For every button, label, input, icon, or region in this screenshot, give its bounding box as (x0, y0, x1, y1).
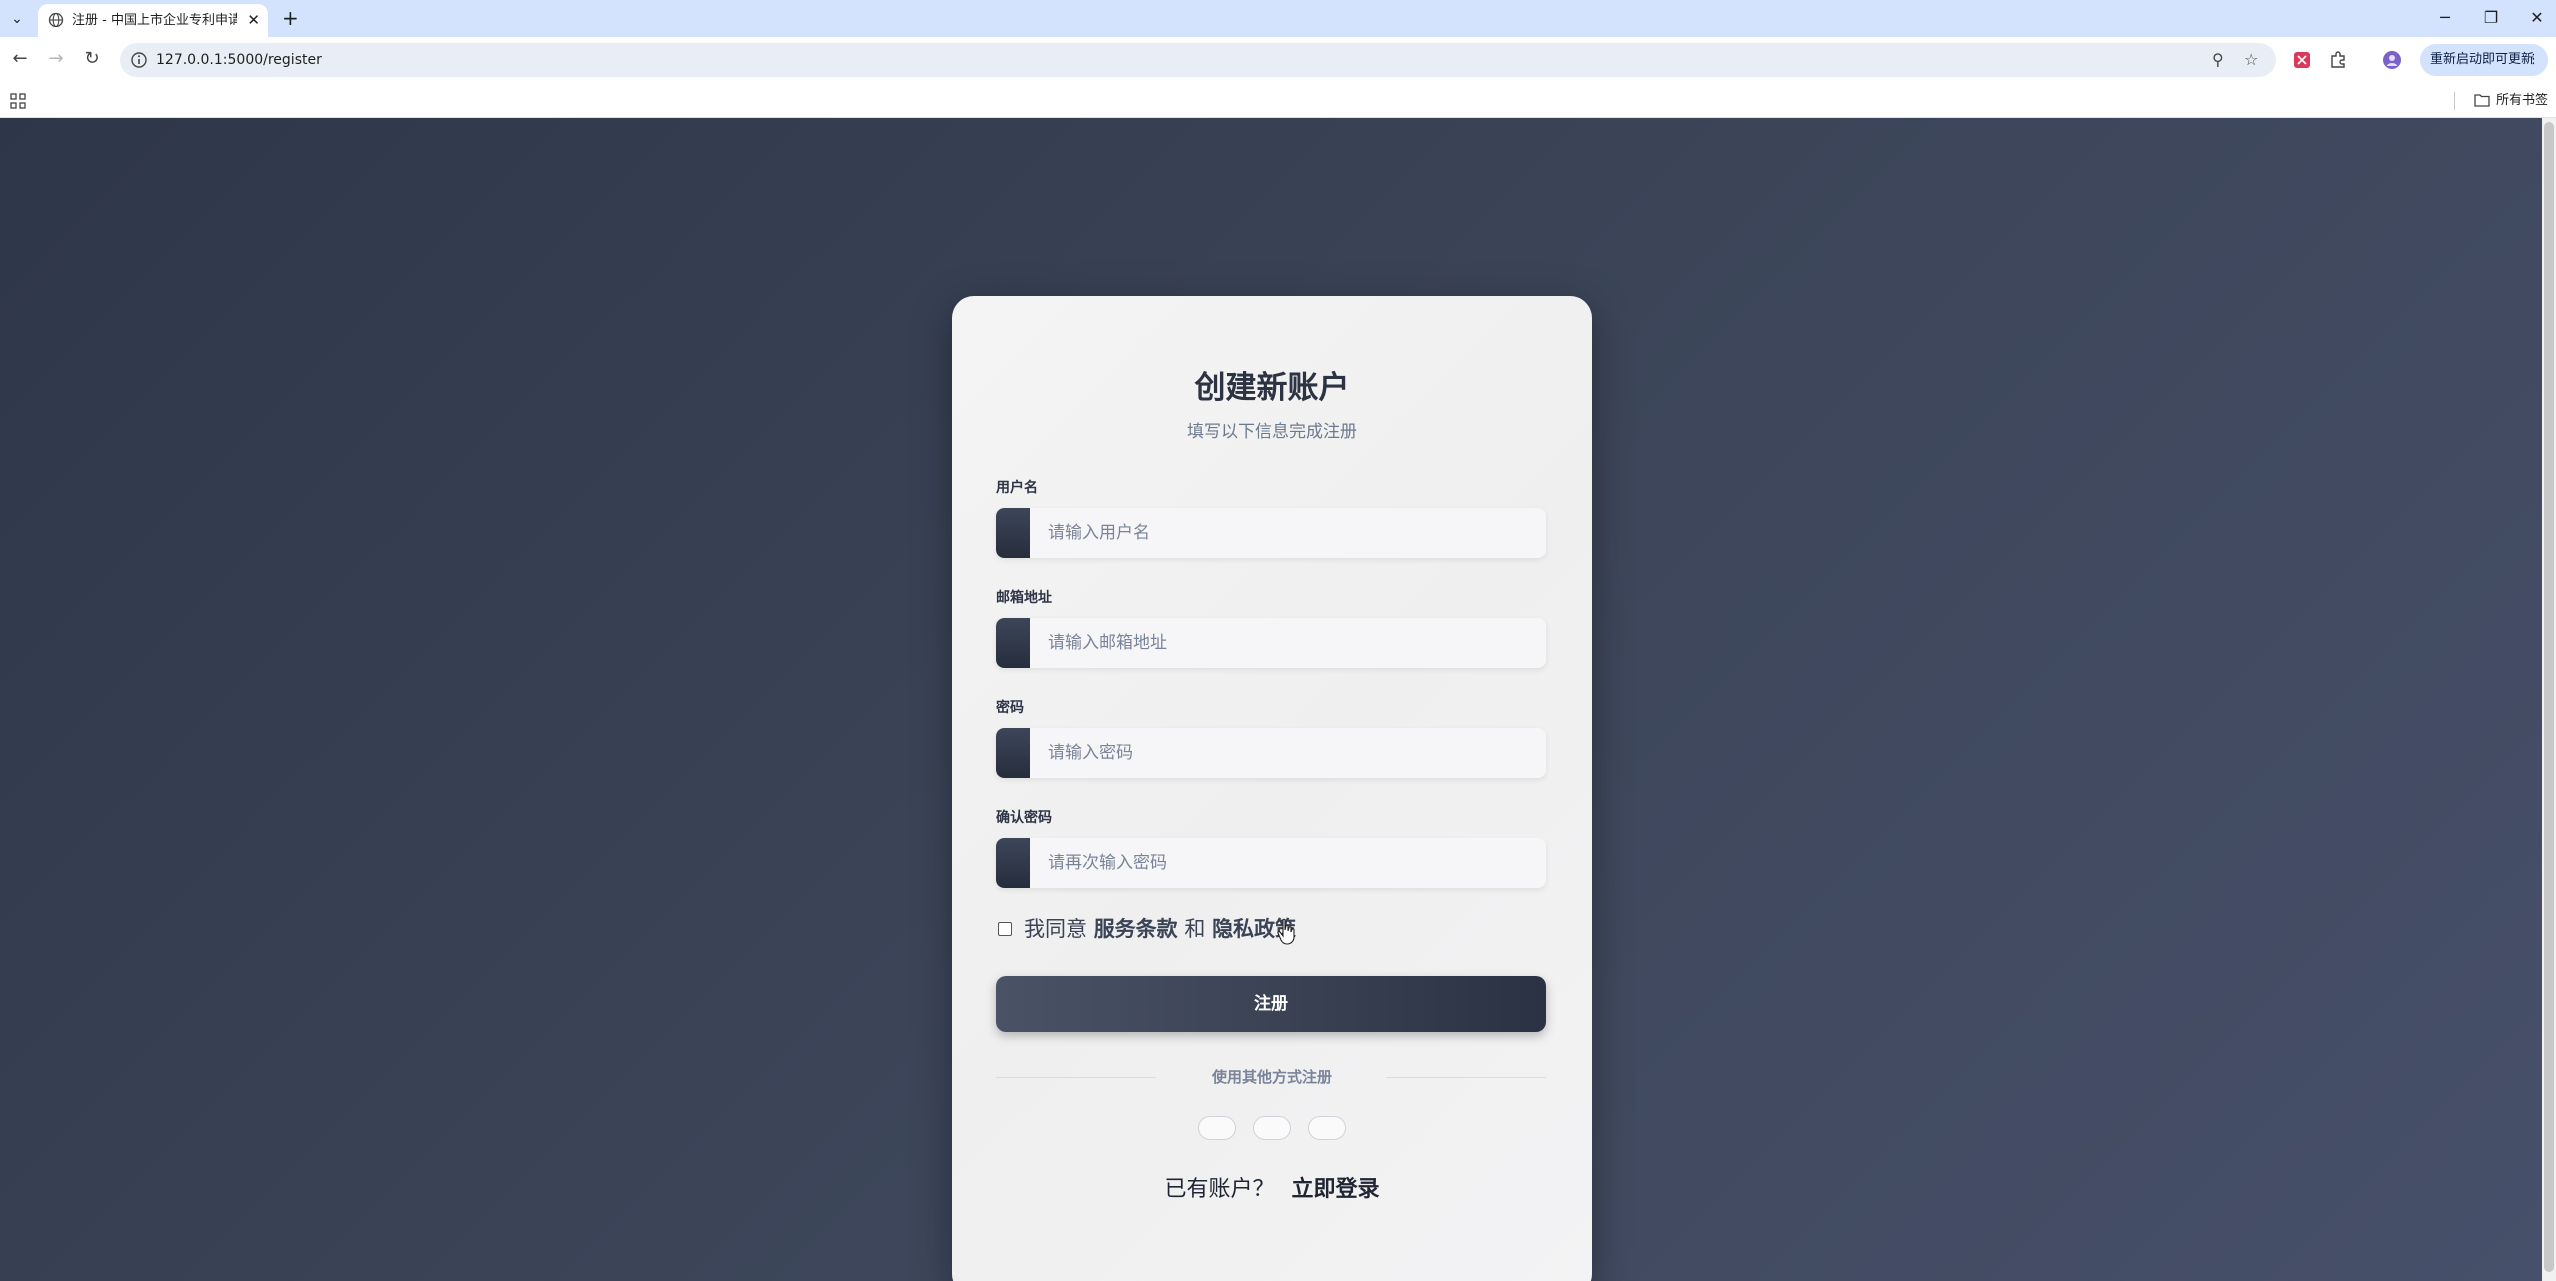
extensions-puzzle-icon[interactable] (2328, 50, 2348, 70)
login-link[interactable]: 立即登录 (1292, 1177, 1380, 1202)
agree-checkbox[interactable] (998, 922, 1012, 936)
tab-search-chevron-icon[interactable]: ⌄ (6, 8, 28, 30)
address-bar[interactable]: 127.0.0.1:5000/register ⚲ ☆ (120, 43, 2276, 77)
login-prompt: 已有账户？ (1164, 1177, 1275, 1202)
confirm-password-input[interactable] (1030, 838, 1546, 888)
window-close-icon[interactable]: ✕ (2522, 4, 2552, 32)
apps-grid-icon[interactable] (10, 93, 26, 109)
lock-confirm-icon (996, 838, 1030, 888)
username-field[interactable] (996, 508, 1546, 558)
restore-icon[interactable]: ❐ (2476, 4, 2506, 32)
password-label: 密码 (996, 700, 1024, 716)
page-subtitle: 填写以下信息完成注册 (1187, 422, 1357, 442)
restart-update-button[interactable]: 重新启动即可更新 ⋮ (2420, 44, 2548, 76)
username-input[interactable] (1030, 508, 1546, 558)
site-info-icon[interactable] (130, 51, 148, 69)
forward-arrow-icon[interactable]: → (44, 47, 68, 71)
mouse-cursor-icon (1277, 918, 1295, 945)
browser-tab-bar: ⌄ 注册 - 中国上市企业专利申请数据 ✕ + ─ ❐ ✕ (0, 0, 2556, 37)
lock-icon (996, 728, 1030, 778)
social-login-button-3[interactable] (1308, 1116, 1346, 1140)
page-title: 创建新账户 (1194, 370, 1350, 406)
user-icon (996, 508, 1030, 558)
update-button-label: 重新启动即可更新 (2430, 52, 2535, 67)
email-label: 邮箱地址 (996, 590, 1052, 606)
bookmarks-bar: 所有书签 (0, 84, 2556, 118)
login-row: 已有账户？ 立即登录 (952, 1174, 1592, 1206)
page-viewport: 创建新账户 填写以下信息完成注册 用户名 邮箱地址 密码 确认密码 (0, 118, 2556, 1281)
agree-text: 我同意 服务条款 和 隐私政策 (1024, 914, 1296, 944)
register-card: 创建新账户 填写以下信息完成注册 用户名 邮箱地址 密码 确认密码 (952, 296, 1592, 1281)
browser-toolbar: ← → ↻ 127.0.0.1:5000/register ⚲ ☆ 重新启动即可… (0, 37, 2556, 84)
email-input[interactable] (1030, 618, 1546, 668)
email-field[interactable] (996, 618, 1546, 668)
confirm-password-field[interactable] (996, 838, 1546, 888)
profile-avatar-icon[interactable] (2382, 50, 2402, 70)
browser-tab-active[interactable]: 注册 - 中国上市企业专利申请数据 ✕ (38, 4, 268, 37)
folder-icon (2474, 94, 2490, 107)
alt-register-text: 使用其他方式注册 (1211, 1068, 1332, 1086)
username-label: 用户名 (996, 480, 1038, 496)
new-tab-plus-icon[interactable]: + (282, 6, 299, 30)
register-button[interactable]: 注册 (996, 976, 1546, 1032)
agree-and: 和 (1184, 917, 1206, 941)
zoom-icon[interactable]: ⚲ (2212, 50, 2224, 70)
scrollbar-thumb[interactable] (2544, 122, 2554, 1272)
scrollbar[interactable] (2542, 118, 2556, 1281)
back-arrow-icon[interactable]: ← (8, 47, 32, 71)
password-input[interactable] (1030, 728, 1546, 778)
all-bookmarks-link[interactable]: 所有书签 (2496, 92, 2548, 110)
envelope-icon (996, 618, 1030, 668)
password-field[interactable] (996, 728, 1546, 778)
globe-icon (48, 12, 64, 28)
url-text[interactable]: 127.0.0.1:5000/register (156, 50, 322, 70)
minimize-icon[interactable]: ─ (2430, 4, 2460, 32)
extension-red-icon[interactable] (2292, 50, 2312, 70)
confirm-password-label: 确认密码 (996, 810, 1052, 826)
bookmark-star-icon[interactable]: ☆ (2244, 50, 2258, 70)
bookmarks-divider (2454, 92, 2455, 110)
terms-link[interactable]: 服务条款 (1094, 917, 1178, 941)
social-login-button-1[interactable] (1198, 1116, 1236, 1140)
more-menu-icon[interactable]: ⋮ (2527, 44, 2540, 76)
agree-prefix: 我同意 (1024, 917, 1087, 941)
tab-close-icon[interactable]: ✕ (247, 10, 260, 30)
social-login-button-2[interactable] (1253, 1116, 1291, 1140)
tab-title: 注册 - 中国上市企业专利申请数据 (72, 13, 237, 28)
reload-icon[interactable]: ↻ (80, 47, 104, 71)
